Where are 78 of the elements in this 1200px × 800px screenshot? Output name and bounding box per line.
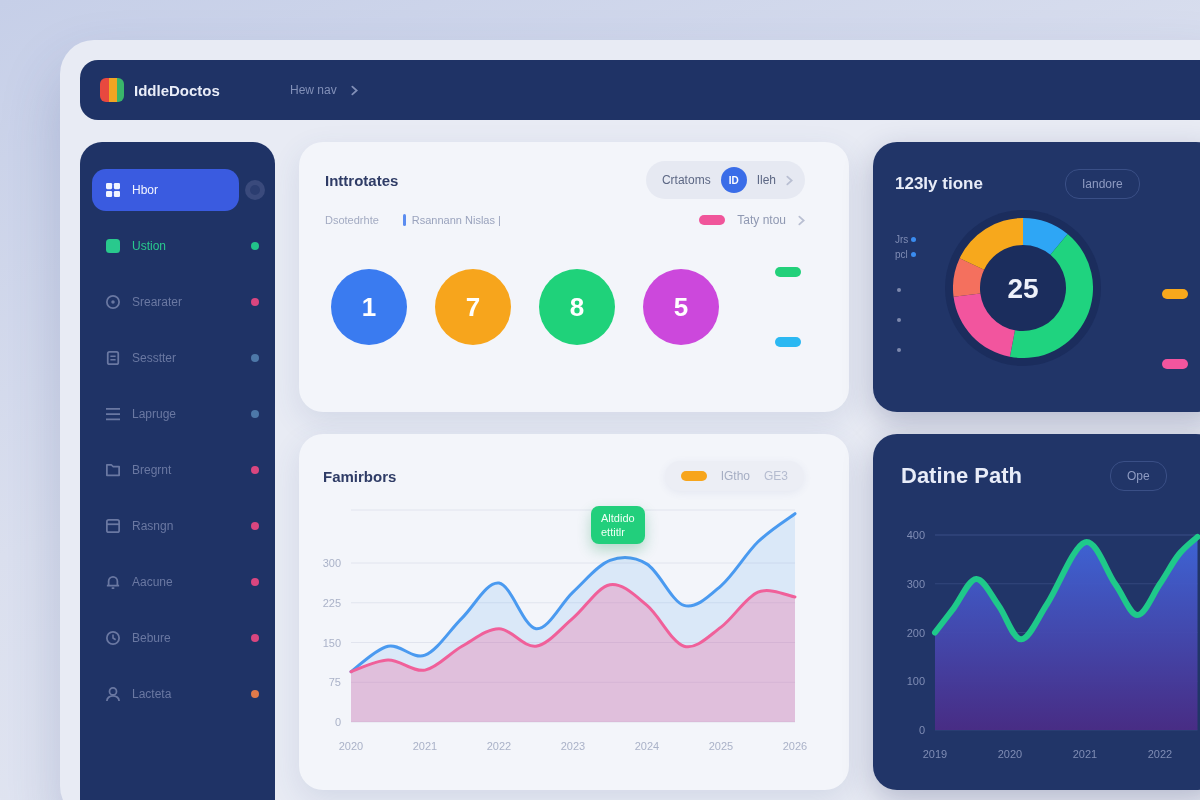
chevron-icon	[786, 174, 793, 186]
sidebar-item[interactable]: Hbor	[92, 169, 239, 211]
sidebar-item[interactable]: Lacteta	[92, 673, 186, 715]
legend-label: pcl	[895, 249, 908, 260]
logo-icon	[100, 78, 124, 102]
axis-label: 75	[328, 676, 341, 689]
donut-total: 25	[1007, 273, 1039, 304]
filter-button[interactable]: Ope	[1110, 461, 1167, 491]
chevron-icon	[350, 84, 358, 96]
card-title: 123Iy tione	[895, 174, 984, 194]
ring-icon	[245, 180, 265, 200]
axis-label: 2022	[1147, 748, 1173, 760]
legend-label: Jrs	[895, 234, 909, 245]
folder-icon	[106, 463, 120, 477]
card-title: Famirbors	[323, 467, 397, 485]
sidebar-item[interactable]: Bregrnt	[92, 449, 186, 491]
toggle-option[interactable]: Ileh	[756, 173, 776, 187]
grid-icon	[106, 183, 120, 197]
dot-icon	[897, 348, 901, 352]
dot-icon	[910, 252, 916, 257]
card-title: Inttrotates	[325, 171, 399, 189]
axis-label: 2022	[486, 740, 512, 752]
axis-label: 2021	[1072, 748, 1098, 760]
sidebar-item[interactable]: Aacune	[92, 561, 187, 603]
toggle-badge[interactable]: ID	[720, 167, 747, 193]
tag-text: Rsannann Nislas |	[411, 214, 501, 226]
axis-label: 0	[334, 716, 341, 728]
sidebar-item[interactable]: Lapruge	[92, 393, 191, 435]
axis-label: 2024	[634, 740, 660, 752]
tooltip-text: Altdido	[601, 512, 635, 524]
tooltip-text: ettitlr	[601, 526, 626, 538]
legend-label: IGtho	[720, 469, 750, 483]
count-badge: 1	[331, 269, 407, 345]
axis-label: 100	[906, 675, 925, 688]
sidebar-item[interactable]: Sesstter	[92, 337, 190, 379]
chevron-icon	[798, 214, 805, 226]
sidebar-item[interactable]: Ustion	[92, 225, 180, 267]
sidebar-item[interactable]: Bebure	[92, 617, 185, 659]
legend-label[interactable]: Taty ntou	[737, 213, 786, 227]
clock-icon	[106, 631, 120, 645]
breadcrumb-link[interactable]: Hew nav	[290, 83, 337, 97]
sidebar-item[interactable]: Srearater	[92, 281, 197, 323]
count-badge: 8	[539, 269, 615, 345]
card-title: Datine Path	[901, 463, 1024, 489]
axis-label: 400	[906, 529, 925, 541]
axis-label: 150	[322, 636, 341, 649]
card-subtitle: Dsotedrhte	[325, 214, 379, 226]
bell-icon	[106, 575, 120, 589]
square-icon	[106, 239, 120, 253]
user-icon	[106, 687, 120, 701]
axis-label: 300	[906, 577, 925, 590]
dot-icon	[897, 318, 901, 322]
marker-icon	[402, 214, 406, 226]
count-badge: 7	[435, 269, 511, 345]
axis-label: 0	[918, 724, 925, 736]
axis-label: 2026	[782, 740, 808, 752]
circle-icon	[106, 295, 120, 309]
axis-label: 200	[906, 626, 925, 639]
calendar-icon	[106, 519, 120, 533]
toggle-option[interactable]: Crtatoms	[661, 173, 711, 187]
legend-value: GE3	[764, 469, 788, 483]
filter-button[interactable]: Iandore	[1065, 169, 1140, 199]
app-title: IddleDoctos	[134, 81, 220, 99]
list-icon	[106, 407, 120, 421]
view-toggle[interactable]: Crtatoms ID Ileh	[645, 161, 805, 199]
axis-label: 225	[322, 596, 341, 609]
axis-label: 2021	[412, 740, 438, 752]
axis-label: 2020	[338, 740, 364, 752]
sidebar-item[interactable]: Rasngn	[92, 505, 188, 547]
axis-label: 2020	[997, 748, 1023, 760]
axis-label: 2023	[560, 740, 586, 752]
axis-label: 2019	[922, 748, 948, 760]
axis-label: 300	[322, 557, 341, 569]
count-badge: 5	[643, 269, 719, 345]
dot-icon	[911, 237, 917, 242]
document-icon	[106, 351, 120, 365]
dot-icon	[897, 288, 901, 292]
axis-label: 2025	[708, 740, 734, 752]
